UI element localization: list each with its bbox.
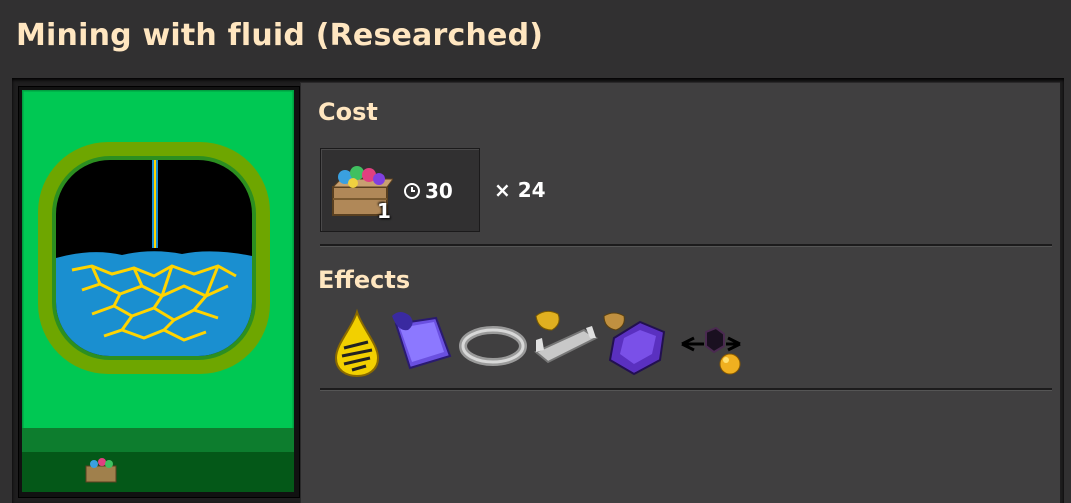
uranium-mining-plate-icon[interactable] bbox=[386, 308, 456, 378]
steel-ring-icon[interactable] bbox=[458, 308, 528, 378]
divider bbox=[320, 244, 1052, 247]
sulfuric-acid-drop-icon[interactable] bbox=[322, 308, 392, 378]
divider bbox=[320, 388, 1052, 391]
clock-icon bbox=[404, 183, 420, 199]
cost-pack-count: 1 bbox=[377, 199, 391, 223]
mining-with-fluid-icon bbox=[22, 90, 294, 492]
cost-box[interactable]: 1 30 bbox=[320, 148, 480, 232]
steel-channel-ore-icon[interactable] bbox=[530, 308, 600, 378]
research-time: 30 bbox=[425, 179, 453, 203]
cost-label: Cost bbox=[318, 98, 378, 126]
mining-drill-fluid-io-icon[interactable] bbox=[676, 308, 746, 378]
page-title: Mining with fluid (Researched) bbox=[16, 18, 544, 53]
cost-multiplier: × 24 bbox=[494, 178, 546, 202]
effects-label: Effects bbox=[318, 266, 411, 294]
details-panel bbox=[300, 82, 1060, 503]
purple-ore-gold-icon[interactable] bbox=[600, 308, 670, 378]
